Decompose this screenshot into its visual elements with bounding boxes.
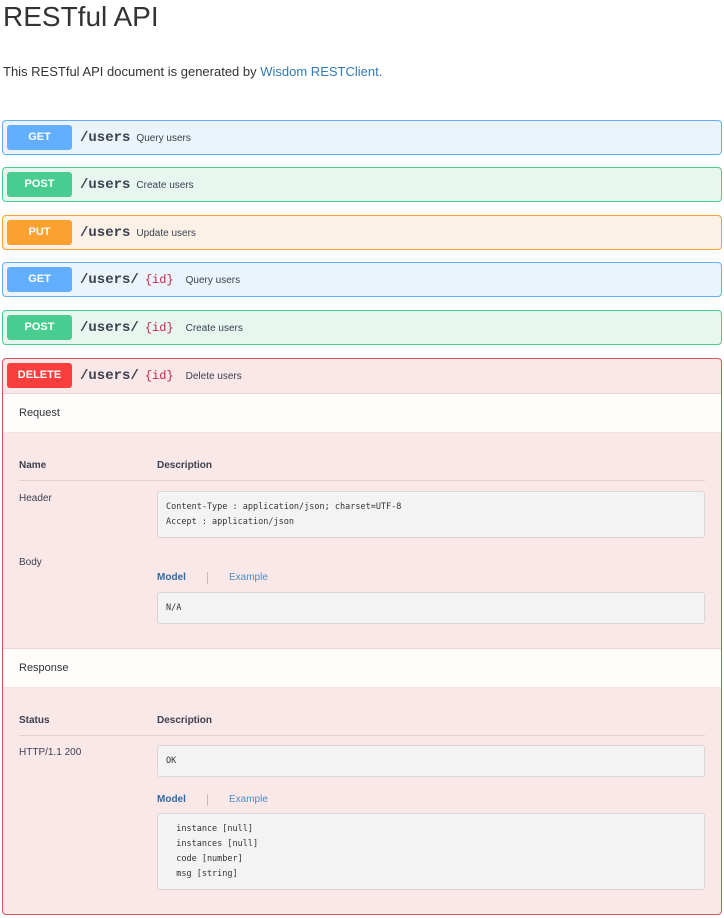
operation-get-user-by-id[interactable]: GET /users/ {id} Query users xyxy=(2,262,722,297)
tab-divider xyxy=(207,572,208,584)
operation-path: /users Create users xyxy=(80,168,194,202)
response-example-tab[interactable]: Example xyxy=(229,794,268,805)
operation-summary: Create users xyxy=(136,180,194,191)
response-table-divider xyxy=(19,735,705,736)
operation-path: /users/ {id} Query users xyxy=(80,263,240,297)
path-text: /users xyxy=(80,177,131,193)
path-text: /users xyxy=(80,130,131,146)
path-text: /users/ xyxy=(80,368,139,384)
response-col-description: Description xyxy=(157,715,213,726)
body-value-box: N/A xyxy=(157,592,705,624)
body-model-tab[interactable]: Model xyxy=(157,572,186,583)
operation-summary: Query users xyxy=(185,275,241,286)
request-heading: Request xyxy=(19,407,60,419)
operation-delete-user-by-id: DELETE /users/ {id} Delete users Request N… xyxy=(2,358,722,915)
method-badge: GET xyxy=(7,267,72,292)
operation-path: /users/ {id} Delete users xyxy=(80,359,242,393)
restclient-link[interactable]: Wisdom RESTClient. xyxy=(260,64,382,79)
method-badge: GET xyxy=(7,125,72,150)
response-col-status: Status xyxy=(19,715,50,726)
path-text: /users/ xyxy=(80,272,139,288)
operation-get-users[interactable]: GET /users Query users xyxy=(2,120,722,155)
request-table-divider xyxy=(19,480,705,481)
path-text: /users/ xyxy=(80,320,139,336)
path-param: {id} xyxy=(144,321,174,335)
body-label: Body xyxy=(19,557,42,568)
path-text: /users xyxy=(80,225,131,241)
operation-summary: Query users xyxy=(136,133,191,144)
operation-header[interactable]: POST /users Create users xyxy=(3,168,721,202)
response-description-box: OK xyxy=(157,745,705,777)
operation-header[interactable]: POST /users/ {id} Create users xyxy=(3,311,721,345)
operation-header[interactable]: GET /users/ {id} Query users xyxy=(3,263,721,297)
header-label: Header xyxy=(19,493,52,504)
operation-header[interactable]: DELETE /users/ {id} Delete users xyxy=(3,359,721,393)
request-section-header: Request xyxy=(3,393,721,433)
operation-header[interactable]: PUT /users Update users xyxy=(3,216,721,250)
response-section-header: Response xyxy=(3,648,721,688)
request-col-description: Description xyxy=(157,460,213,471)
operation-path: /users/ {id} Create users xyxy=(80,311,243,345)
operation-header[interactable]: GET /users Query users xyxy=(3,121,721,155)
body-example-tab[interactable]: Example xyxy=(229,572,268,583)
method-badge: POST xyxy=(7,315,72,340)
response-heading: Response xyxy=(19,662,69,674)
operation-put-users[interactable]: PUT /users Update users xyxy=(2,215,722,250)
intro-prefix: This RESTful API document is generated b… xyxy=(3,64,261,79)
page-title: RESTful API xyxy=(3,1,159,32)
path-param: {id} xyxy=(144,273,174,287)
status-value: HTTP/1.1 200 xyxy=(19,747,82,758)
operation-post-users[interactable]: POST /users Create users xyxy=(2,167,722,202)
intro-text: This RESTful API document is generated b… xyxy=(3,64,382,80)
header-value-box: Content-Type : application/json; charset… xyxy=(157,491,705,538)
operation-summary: Delete users xyxy=(185,371,242,382)
operation-summary: Update users xyxy=(136,228,196,239)
method-badge: DELETE xyxy=(7,363,72,388)
operation-post-user-by-id[interactable]: POST /users/ {id} Create users xyxy=(2,310,722,345)
request-col-name: Name xyxy=(19,460,47,471)
operation-summary: Create users xyxy=(185,323,243,334)
path-param: {id} xyxy=(144,369,174,383)
response-model-box: instance [null] instances [null] code [n… xyxy=(157,813,705,890)
tab-divider xyxy=(207,794,208,806)
method-badge: PUT xyxy=(7,220,72,245)
method-badge: POST xyxy=(7,172,72,197)
response-model-tab[interactable]: Model xyxy=(157,794,186,805)
operation-path: /users Query users xyxy=(80,121,191,155)
operation-path: /users Update users xyxy=(80,216,196,250)
